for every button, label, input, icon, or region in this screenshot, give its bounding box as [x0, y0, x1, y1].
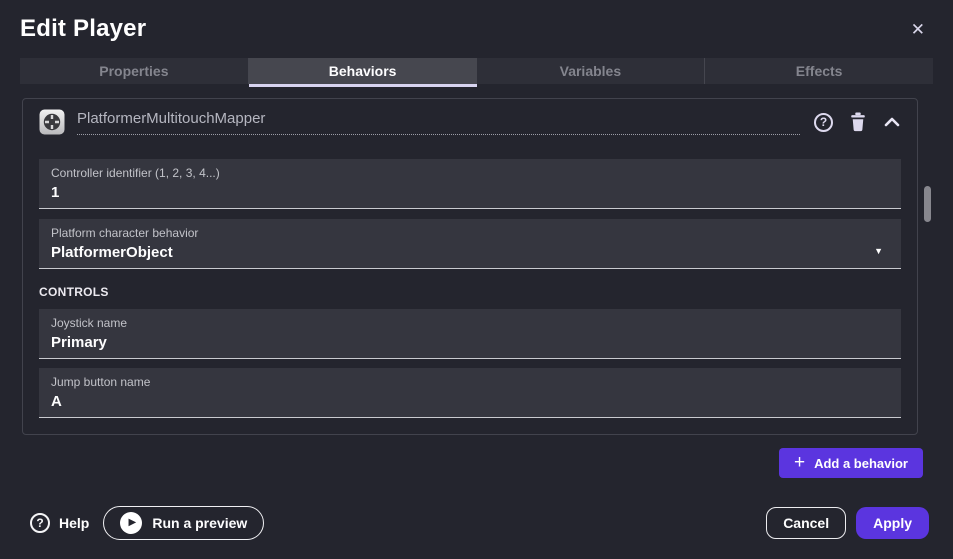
plus-icon: +	[794, 453, 805, 472]
tab-variables[interactable]: Variables	[477, 58, 706, 84]
dialog-header: Edit Player ✕	[0, 0, 953, 52]
close-icon[interactable]: ✕	[909, 15, 927, 44]
chevron-up-icon[interactable]	[883, 115, 901, 129]
apply-button[interactable]: Apply	[856, 507, 929, 539]
behavior-gamepad-icon	[39, 109, 65, 135]
page-title: Edit Player	[20, 15, 146, 43]
field-label: Controller identifier (1, 2, 3, 4...)	[51, 166, 889, 180]
tab-bar: Properties Behaviors Variables Effects	[20, 58, 933, 84]
edit-object-dialog: Edit Player ✕ Properties Behaviors Varia…	[0, 0, 953, 559]
field-label: Jump button name	[51, 375, 889, 389]
field-value: A	[51, 392, 889, 411]
tab-effects[interactable]: Effects	[705, 58, 933, 84]
behavior-name-input[interactable]: PlatformerMultitouchMapper	[77, 110, 800, 135]
field-value: PlatformerObject	[51, 243, 874, 262]
trash-icon[interactable]	[848, 111, 868, 133]
cancel-button[interactable]: Cancel	[766, 507, 846, 539]
behaviors-scroll-area: PlatformerMultitouchMapper ?	[22, 98, 918, 435]
behavior-card-header: PlatformerMultitouchMapper ?	[39, 109, 901, 135]
help-button[interactable]: ? Help	[30, 513, 89, 533]
play-icon: ▶	[120, 512, 142, 534]
dialog-footer: ? Help ▶ Run a preview Cancel Apply	[0, 506, 953, 559]
question-circle-icon: ?	[30, 513, 50, 533]
tab-behaviors[interactable]: Behaviors	[249, 58, 477, 84]
run-preview-button[interactable]: ▶ Run a preview	[103, 506, 264, 540]
add-behavior-row: + Add a behavior	[0, 448, 923, 478]
controls-section-header: CONTROLS	[39, 285, 901, 299]
vertical-scrollbar[interactable]	[924, 186, 931, 222]
behavior-card-actions: ?	[814, 111, 901, 133]
jump-button-name-field[interactable]: Jump button name A	[39, 368, 901, 418]
field-label: Joystick name	[51, 316, 889, 330]
tab-properties[interactable]: Properties	[20, 58, 249, 84]
help-icon[interactable]: ?	[814, 113, 833, 132]
platform-behavior-select[interactable]: Platform character behavior PlatformerOb…	[39, 219, 901, 269]
chevron-down-icon: ▼	[874, 246, 889, 262]
joystick-name-field[interactable]: Joystick name Primary	[39, 309, 901, 359]
add-behavior-button[interactable]: + Add a behavior	[779, 448, 923, 478]
field-value: 1	[51, 183, 889, 202]
field-label: Platform character behavior	[51, 226, 874, 240]
field-value: Primary	[51, 333, 889, 352]
controller-identifier-field[interactable]: Controller identifier (1, 2, 3, 4...) 1	[39, 159, 901, 209]
behavior-card: PlatformerMultitouchMapper ?	[22, 98, 918, 435]
